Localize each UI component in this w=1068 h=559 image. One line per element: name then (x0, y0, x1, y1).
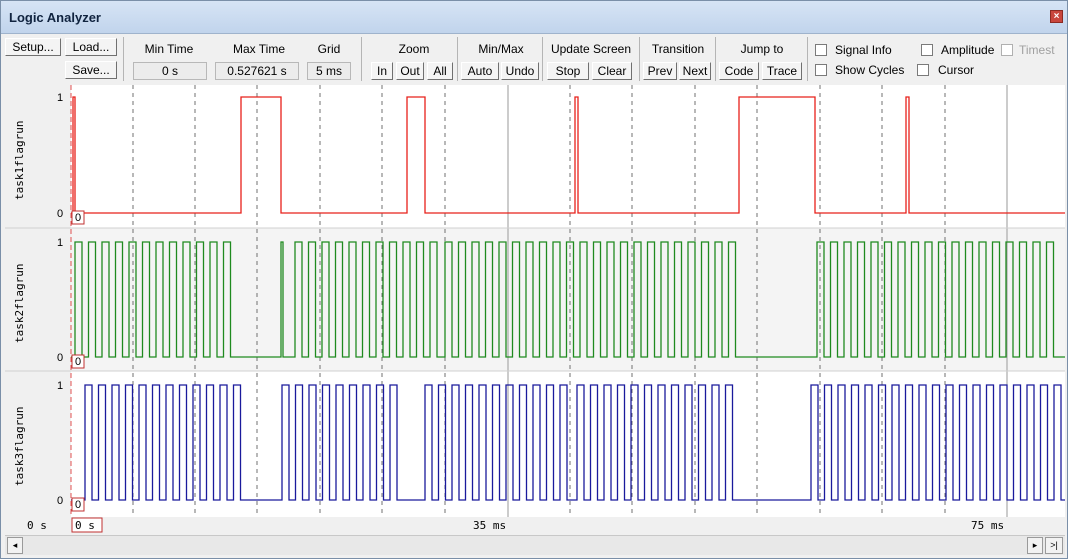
update-screen-label: Update Screen (550, 42, 632, 56)
next-button[interactable]: Next (679, 62, 711, 80)
time-axis-bg (5, 517, 1065, 533)
zoom-in-button[interactable]: In (371, 62, 393, 80)
grid-value: 5 ms (307, 62, 351, 80)
amplitude-label: Amplitude (941, 43, 995, 57)
level-high-label: 1 (57, 92, 63, 104)
prev-button[interactable]: Prev (643, 62, 677, 80)
scroll-right-icon[interactable]: ▸ (1027, 537, 1043, 554)
title-bar: Logic Analyzer × (1, 1, 1067, 34)
clear-button[interactable]: Clear (592, 62, 632, 80)
horizontal-scrollbar[interactable]: ◂ ▸ >| (5, 535, 1065, 555)
level-high-label: 1 (57, 237, 63, 249)
min-time-label: Min Time (144, 42, 194, 56)
auto-button[interactable]: Auto (461, 62, 499, 80)
lane-2-bg (71, 228, 1065, 371)
show-cycles-checkbox[interactable] (815, 64, 827, 76)
zoom-label: Zoom (398, 42, 430, 56)
lane-1-bg (71, 85, 1065, 228)
signal-info-label: Signal Info (835, 43, 892, 57)
cursor-label: Cursor (938, 63, 975, 77)
separator (123, 37, 124, 81)
separator (542, 37, 543, 81)
jump-trace-button[interactable]: Trace (762, 62, 802, 80)
waveform-canvas: 10 010 010 00 s0 s 35 ms 75 ms (5, 85, 1065, 533)
logic-analyzer-window: Logic Analyzer × Setup... Load... Save..… (0, 0, 1068, 559)
timestamps-label: Timest (1019, 43, 1055, 57)
time-label-right: 75 ms (971, 519, 1004, 532)
toolbar: Setup... Load... Save... Min Time 0 s Ma… (1, 35, 1067, 84)
scroll-end-icon[interactable]: >| (1045, 537, 1063, 554)
cursor-checkbox[interactable] (917, 64, 929, 76)
start-marker-label: 0 (75, 356, 81, 368)
transition-label: Transition (651, 42, 705, 56)
show-cycles-label: Show Cycles (835, 63, 905, 77)
waveform-area[interactable]: task1flagrun task2flagrun task3flagrun 1… (5, 85, 1065, 533)
undo-button[interactable]: Undo (501, 62, 539, 80)
level-low-label: 0 (57, 495, 63, 507)
time-start-label: 0 s (75, 519, 95, 532)
zoom-all-button[interactable]: All (427, 62, 453, 80)
separator (457, 37, 458, 81)
amplitude-checkbox[interactable] (921, 44, 933, 56)
start-marker-label: 0 (75, 499, 81, 511)
level-high-label: 1 (57, 380, 63, 392)
load-button[interactable]: Load... (65, 38, 117, 56)
start-marker-label: 0 (75, 212, 81, 224)
max-time-label: Max Time (232, 42, 285, 56)
save-button[interactable]: Save... (65, 61, 117, 79)
signal-info-checkbox[interactable] (815, 44, 827, 56)
separator (807, 37, 808, 81)
min-time-value: 0 s (133, 62, 207, 80)
window-title: Logic Analyzer (9, 10, 101, 25)
separator (639, 37, 640, 81)
minmax-label: Min/Max (478, 42, 524, 56)
stop-button[interactable]: Stop (547, 62, 589, 80)
zoom-out-button[interactable]: Out (396, 62, 424, 80)
time-label-mid: 35 ms (473, 519, 506, 532)
grid-label: Grid (317, 42, 341, 56)
level-low-label: 0 (57, 352, 63, 364)
max-time-value: 0.527621 s (215, 62, 299, 80)
time-label-left: 0 s (27, 519, 47, 532)
level-low-label: 0 (57, 208, 63, 220)
timestamps-checkbox[interactable] (1001, 44, 1013, 56)
scroll-left-icon[interactable]: ◂ (7, 537, 23, 554)
setup-button[interactable]: Setup... (5, 38, 61, 56)
separator (715, 37, 716, 81)
separator (361, 37, 362, 81)
jump-to-label: Jump to (740, 42, 784, 56)
jump-code-button[interactable]: Code (719, 62, 759, 80)
close-icon[interactable]: × (1050, 10, 1063, 23)
